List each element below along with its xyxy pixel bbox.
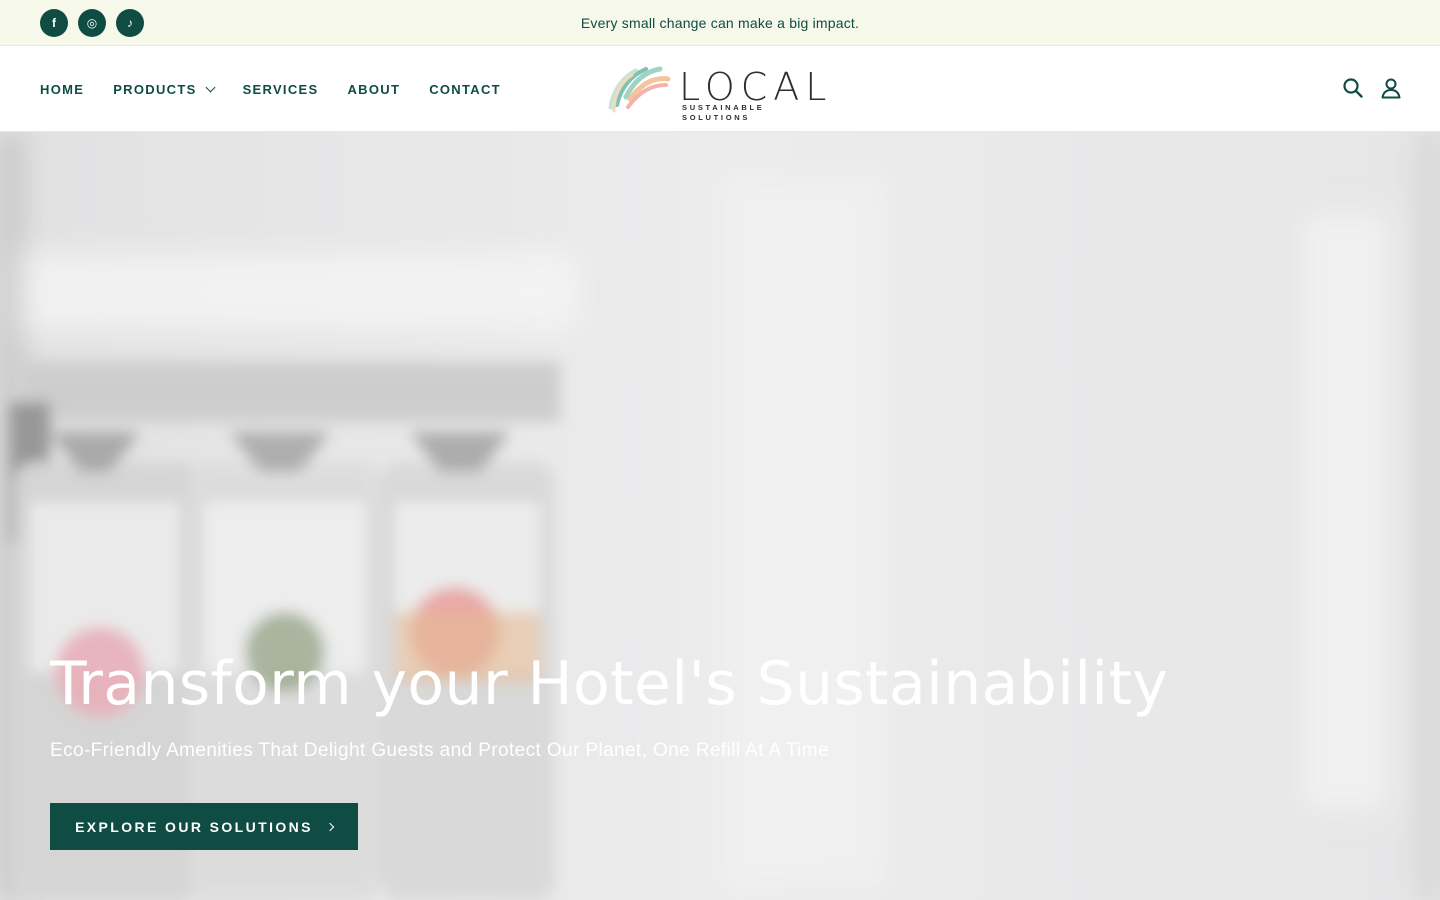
explore-solutions-button[interactable]: EXPLORE OUR SOLUTIONS bbox=[50, 803, 358, 850]
hero-background-image bbox=[0, 132, 1440, 900]
nav-item-label: CONTACT bbox=[429, 81, 501, 97]
nav-item-about[interactable]: ABOUT bbox=[347, 82, 400, 97]
site-header: HOME PRODUCTS SERVICES ABOUT CONTACT LOC… bbox=[0, 46, 1440, 132]
announcement-text: Every small change can make a big impact… bbox=[580, 15, 860, 31]
nav-item-products[interactable]: PRODUCTS bbox=[113, 81, 216, 97]
logo-mark-icon bbox=[608, 66, 671, 113]
search-icon[interactable] bbox=[1342, 77, 1364, 99]
hero-section: Transform your Hotel's Sustainability Ec… bbox=[0, 132, 1440, 900]
nav-item-services[interactable]: SERVICES bbox=[243, 82, 319, 97]
nav-item-label: SERVICES bbox=[242, 81, 319, 97]
chevron-down-icon bbox=[205, 82, 216, 92]
hero-title: Transform your Hotel's Sustainability bbox=[50, 649, 1169, 719]
site-logo[interactable]: LOCAL SUSTAINABLE SOLUTIONS bbox=[606, 63, 836, 122]
nav-item-contact[interactable]: CONTACT bbox=[429, 82, 501, 97]
hero-subtitle: Eco-Friendly Amenities That Delight Gues… bbox=[50, 740, 829, 761]
logo-tagline: SUSTAINABLE SOLUTIONS bbox=[682, 103, 765, 122]
main-nav: HOME PRODUCTS SERVICES ABOUT CONTACT bbox=[40, 46, 501, 132]
nav-item-label: HOME bbox=[40, 81, 85, 97]
nav-item-label: PRODUCTS bbox=[113, 81, 197, 97]
button-label: EXPLORE OUR SOLUTIONS bbox=[75, 818, 313, 835]
announcement-bar: f ◎ ♪ Every small change can make a big … bbox=[0, 0, 1440, 46]
header-actions bbox=[1342, 77, 1402, 99]
nav-item-home[interactable]: HOME bbox=[40, 82, 84, 97]
chevron-right-icon bbox=[325, 822, 335, 831]
account-icon[interactable] bbox=[1380, 77, 1402, 99]
nav-item-label: ABOUT bbox=[347, 81, 401, 97]
